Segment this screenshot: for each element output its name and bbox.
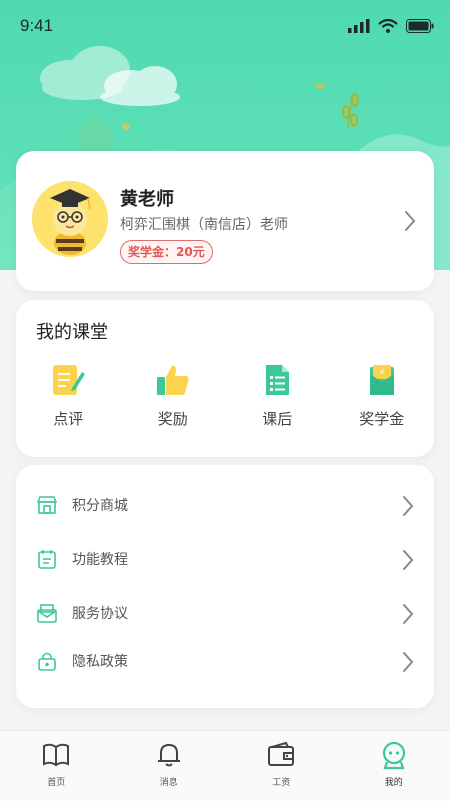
tab-label: 工资 [272,775,290,788]
bottom-tab-bar: 首页 消息 工资 我的 [0,730,450,801]
bell-icon [154,740,184,770]
chevron-right-icon [402,495,414,517]
homework-icon [259,362,295,398]
chevron-right-icon [402,651,414,673]
tab-label: 我的 [385,775,403,788]
menu-item-label: 服务协议 [72,603,128,623]
menu-item-label: 隐私政策 [72,651,128,671]
classroom-item-label: 奖学金 [359,408,404,429]
menu-item-tutorial[interactable]: 功能教程 [16,539,434,579]
classroom-item-label: 课后 [262,408,292,429]
scholarship-badge: 奖学金：20元 [120,240,213,264]
classroom-item-label: 点评 [53,408,83,429]
classroom-item-review[interactable]: 点评 [16,362,121,429]
teacher-organization: 柯弈汇围棋（南信店）老师 [120,214,288,234]
menu-item-label: 积分商城 [72,495,128,515]
profile-icon [379,740,409,770]
classroom-item-scholarship[interactable]: ¥ 奖学金 [330,362,435,429]
profile-card[interactable]: 黄老师 柯弈汇围棋（南信店）老师 奖学金：20元 [16,151,434,291]
menu-item-label: 功能教程 [72,549,128,569]
avatar [32,181,108,257]
menu-item-service-agreement[interactable]: 服务协议 [16,593,434,633]
lock-icon [36,650,58,672]
chevron-right-icon [402,603,414,625]
classroom-item-label: 奖励 [158,408,188,429]
signal-icon [348,19,370,33]
tutorial-icon [36,548,58,570]
menu-item-privacy-policy[interactable]: 隐私政策 [16,641,434,681]
chevron-right-icon [404,210,416,232]
battery-icon [406,19,434,33]
classroom-item-after-class[interactable]: 课后 [225,362,330,429]
section-title: 我的课堂 [36,318,108,344]
classroom-item-reward[interactable]: 奖励 [121,362,226,429]
tab-mine[interactable]: 我的 [338,731,450,801]
tab-salary[interactable]: 工资 [225,731,338,801]
classroom-shortcuts: 点评 奖励 课后 [16,362,434,429]
status-bar: 9:41 [0,0,450,52]
chevron-right-icon [402,549,414,571]
tab-home[interactable]: 首页 [0,731,113,801]
tab-label: 首页 [47,775,65,788]
bee-avatar-icon [32,181,108,257]
status-time: 9:41 [20,16,53,36]
classroom-card: 我的课堂 点评 奖励 [16,300,434,457]
store-icon [36,494,58,516]
svg-text:¥: ¥ [380,368,385,376]
tab-messages[interactable]: 消息 [113,731,226,801]
agreement-icon [36,602,58,624]
teacher-name: 黄老师 [120,185,174,211]
review-icon [50,362,86,398]
wallet-icon [266,740,296,770]
thumbs-up-icon [155,362,191,398]
tab-label: 消息 [160,775,178,788]
book-icon [41,740,71,770]
wifi-icon [378,19,398,33]
menu-item-points-mall[interactable]: 积分商城 [16,485,434,525]
scholarship-icon: ¥ [364,362,400,398]
settings-menu-card: 积分商城 功能教程 服务协议 [16,465,434,708]
